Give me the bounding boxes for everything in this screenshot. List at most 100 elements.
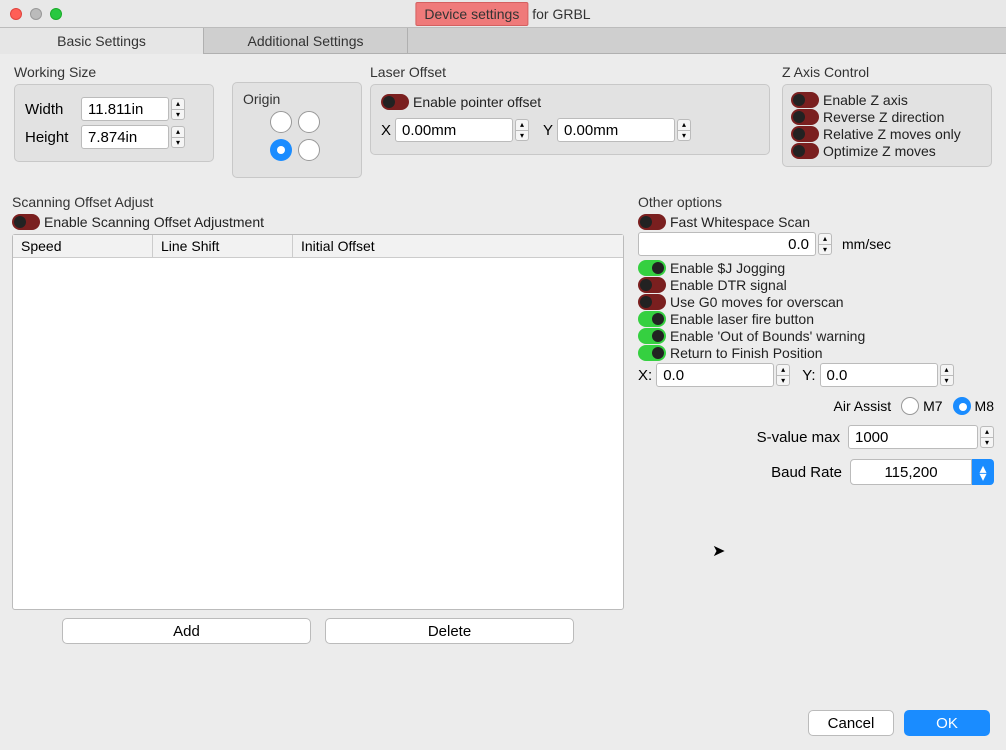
optimize-z-toggle[interactable]	[791, 143, 819, 159]
laser-y-step-down[interactable]: ▾	[677, 130, 691, 141]
enable-jogging-label: Enable $J Jogging	[670, 260, 785, 276]
laser-offset-section: Laser Offset Enable pointer offset X ▴ ▾	[368, 64, 772, 155]
fast-ws-step-down[interactable]: ▾	[818, 244, 832, 255]
s-value-input[interactable]	[848, 425, 978, 449]
origin-label: Origin	[243, 91, 351, 107]
finish-y-input[interactable]	[820, 363, 938, 387]
laser-y-label: Y	[543, 122, 553, 139]
laser-x-label: X	[381, 122, 391, 139]
title-rest: for GRBL	[528, 6, 590, 22]
content: Working Size Width ▴ ▾ Height	[0, 54, 1006, 750]
finish-y-up[interactable]: ▴	[940, 364, 954, 375]
laser-x-step-down[interactable]: ▾	[515, 130, 529, 141]
enable-fire-toggle[interactable]	[638, 311, 666, 327]
titlebar: Device settings for GRBL	[0, 0, 1006, 28]
enable-z-label: Enable Z axis	[823, 92, 908, 108]
other-options-label: Other options	[638, 194, 994, 210]
s-value-down[interactable]: ▾	[980, 437, 994, 448]
delete-button[interactable]: Delete	[325, 618, 574, 644]
scanning-offset-section: Scanning Offset Adjust Enable Scanning O…	[12, 194, 624, 644]
height-step-up[interactable]: ▴	[171, 126, 185, 137]
relative-z-label: Relative Z moves only	[823, 126, 961, 142]
window-controls	[10, 8, 62, 20]
laser-y-input[interactable]	[557, 118, 675, 142]
origin-top-left[interactable]	[270, 111, 292, 133]
baud-dropdown-arrow[interactable]: ▴▾	[972, 459, 994, 485]
reverse-z-label: Reverse Z direction	[823, 109, 944, 125]
finish-y-label: Y:	[802, 367, 815, 384]
baud-select[interactable]: ▴▾	[850, 459, 994, 485]
origin-section: Origin	[230, 82, 360, 178]
laser-offset-label: Laser Offset	[370, 64, 770, 80]
laser-x-step-up[interactable]: ▴	[515, 119, 529, 130]
air-assist-label: Air Assist	[834, 398, 892, 414]
use-g0-toggle[interactable]	[638, 294, 666, 310]
tab-bar: Basic Settings Additional Settings	[0, 28, 1006, 54]
tab-basic-settings[interactable]: Basic Settings	[0, 28, 204, 54]
scanning-offset-table[interactable]: Speed Line Shift Initial Offset	[12, 234, 624, 610]
air-m7-radio[interactable]: M7	[901, 397, 942, 415]
add-button[interactable]: Add	[62, 618, 311, 644]
relative-z-toggle[interactable]	[791, 126, 819, 142]
s-value-up[interactable]: ▴	[980, 426, 994, 437]
enable-pointer-offset-label: Enable pointer offset	[413, 94, 541, 110]
use-g0-label: Use G0 moves for overscan	[670, 294, 844, 310]
enable-dtr-label: Enable DTR signal	[670, 277, 787, 293]
air-m8-label: M8	[975, 398, 994, 414]
finish-x-input[interactable]	[656, 363, 774, 387]
fast-whitespace-unit: mm/sec	[842, 236, 891, 252]
finish-y-down[interactable]: ▾	[940, 375, 954, 386]
title-highlight: Device settings	[415, 2, 528, 26]
enable-oob-toggle[interactable]	[638, 328, 666, 344]
origin-bottom-left[interactable]	[270, 139, 292, 161]
enable-scanning-offset-toggle[interactable]	[12, 214, 40, 230]
optimize-z-label: Optimize Z moves	[823, 143, 936, 159]
origin-grid	[243, 111, 351, 165]
reverse-z-toggle[interactable]	[791, 109, 819, 125]
mid-row: Scanning Offset Adjust Enable Scanning O…	[12, 194, 994, 644]
return-finish-toggle[interactable]	[638, 345, 666, 361]
finish-x-down[interactable]: ▾	[776, 375, 790, 386]
tab-additional-settings[interactable]: Additional Settings	[204, 28, 408, 54]
baud-label: Baud Rate	[771, 464, 842, 481]
enable-dtr-toggle[interactable]	[638, 277, 666, 293]
height-step-down[interactable]: ▾	[171, 137, 185, 148]
working-size-section: Working Size Width ▴ ▾ Height	[12, 64, 222, 162]
height-input[interactable]	[81, 125, 169, 149]
width-input[interactable]	[81, 97, 169, 121]
finish-x-up[interactable]: ▴	[776, 364, 790, 375]
close-window-button[interactable]	[10, 8, 22, 20]
laser-y-step-up[interactable]: ▴	[677, 119, 691, 130]
scanning-offset-label: Scanning Offset Adjust	[12, 194, 624, 210]
fast-ws-step-up[interactable]: ▴	[818, 233, 832, 244]
maximize-window-button[interactable]	[50, 8, 62, 20]
enable-fire-label: Enable laser fire button	[670, 311, 814, 327]
fast-whitespace-toggle[interactable]	[638, 214, 666, 230]
window-title: Device settings for GRBL	[415, 2, 590, 26]
ok-button[interactable]: OK	[904, 710, 990, 736]
origin-bottom-right[interactable]	[298, 139, 320, 161]
laser-x-input[interactable]	[395, 118, 513, 142]
air-m8-radio[interactable]: M8	[953, 397, 994, 415]
width-step-up[interactable]: ▴	[171, 98, 185, 109]
working-size-panel: Width ▴ ▾ Height ▴	[14, 84, 214, 162]
enable-z-toggle[interactable]	[791, 92, 819, 108]
enable-pointer-offset-toggle[interactable]	[381, 94, 409, 110]
other-options-section: Other options Fast Whitespace Scan ▴ ▾ m…	[638, 194, 994, 644]
enable-jogging-toggle[interactable]	[638, 260, 666, 276]
width-step-down[interactable]: ▾	[171, 109, 185, 120]
width-label: Width	[25, 101, 77, 118]
enable-oob-label: Enable 'Out of Bounds' warning	[670, 328, 865, 344]
origin-panel: Origin	[232, 82, 362, 178]
origin-top-right[interactable]	[298, 111, 320, 133]
col-line-shift: Line Shift	[153, 235, 293, 257]
fast-whitespace-input[interactable]	[638, 232, 816, 256]
return-finish-label: Return to Finish Position	[670, 345, 823, 361]
width-spinbox: ▴ ▾	[81, 97, 185, 121]
fast-whitespace-label: Fast Whitespace Scan	[670, 214, 810, 230]
minimize-window-button[interactable]	[30, 8, 42, 20]
top-row: Working Size Width ▴ ▾ Height	[12, 64, 994, 178]
cancel-button[interactable]: Cancel	[808, 710, 894, 736]
baud-input[interactable]	[850, 459, 972, 485]
laser-offset-panel: Enable pointer offset X ▴ ▾ Y	[370, 84, 770, 155]
